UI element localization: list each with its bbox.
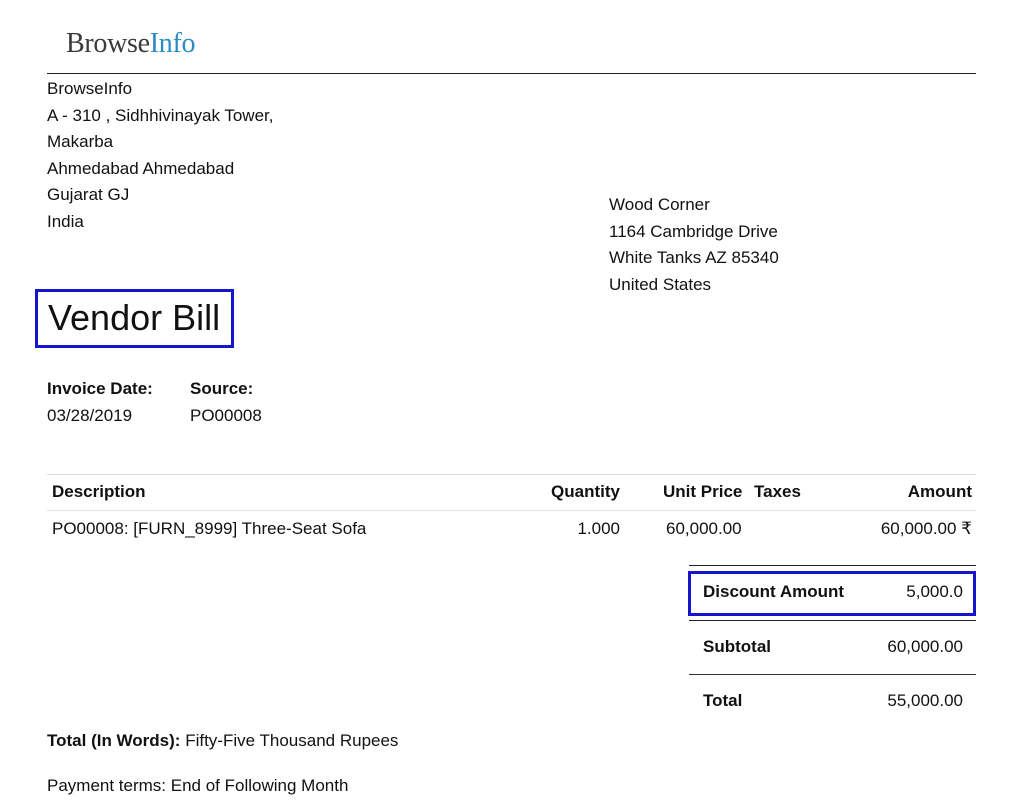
- total-value: 55,000.00: [887, 691, 963, 710]
- total-in-words: Total (In Words): Fifty-Five Thousand Ru…: [47, 731, 398, 751]
- row-description: PO00008: [FURN_8999] Three-Seat Sofa: [52, 519, 367, 538]
- company-street: A - 310 , Sidhhivinayak Tower,: [47, 105, 274, 125]
- header-divider: [47, 73, 976, 74]
- partner-name: Wood Corner: [609, 195, 710, 214]
- logo-brand-main: Browse: [66, 28, 150, 59]
- total-in-words-value: Fifty-Five Thousand Rupees: [185, 731, 399, 750]
- column-header-unit-price: Unit Price: [663, 482, 743, 501]
- partner-address: Wood Corner 1164 Cambridge Drive White T…: [609, 192, 779, 298]
- subtotal-divider: [689, 674, 976, 675]
- column-header-taxes: Taxes: [754, 482, 801, 501]
- company-address: BrowseInfo A - 310 , Sidhhivinayak Tower…: [47, 76, 274, 236]
- row-quantity: 1.000: [577, 519, 620, 538]
- discount-divider: [689, 620, 976, 621]
- column-header-quantity: Quantity: [551, 482, 620, 501]
- source-value: PO00008: [190, 406, 262, 425]
- total-label: Total: [703, 691, 743, 710]
- document-title: Vendor Bill: [48, 297, 221, 338]
- logo-brand-accent: Info: [149, 28, 196, 59]
- company-street2: Makarba: [47, 132, 114, 152]
- row-amount: 60,000.00 ₹: [880, 519, 972, 538]
- discount-label: Discount Amount: [703, 582, 845, 601]
- source-label: Source:: [190, 379, 254, 398]
- payment-terms: Payment terms: End of Following Month: [47, 776, 349, 795]
- subtotal-label: Subtotal: [703, 637, 771, 656]
- company-name: BrowseInfo: [47, 79, 133, 98]
- total-in-words-label: Total (In Words):: [47, 731, 181, 750]
- table-header-divider: [47, 510, 976, 511]
- company-state: Gujarat GJ: [47, 185, 130, 205]
- column-header-amount: Amount: [907, 482, 972, 501]
- table-top-border: [47, 474, 976, 475]
- table-bottom-border: [689, 565, 976, 566]
- partner-city: White Tanks AZ 85340: [609, 248, 779, 268]
- subtotal-value: 60,000.00: [887, 637, 963, 656]
- column-header-description: Description: [52, 482, 146, 501]
- invoice-date-label: Invoice Date:: [47, 379, 153, 398]
- discount-value: 5,000.0: [906, 582, 963, 601]
- invoice-date-value: 03/28/2019: [47, 406, 133, 425]
- company-country: India: [47, 211, 84, 231]
- company-city: Ahmedabad Ahmedabad: [47, 158, 235, 178]
- company-logo: BrowseInfo: [66, 28, 196, 60]
- partner-street: 1164 Cambridge Drive: [609, 221, 778, 241]
- row-unit-price: 60,000.00: [666, 519, 742, 538]
- partner-country: United States: [609, 274, 712, 294]
